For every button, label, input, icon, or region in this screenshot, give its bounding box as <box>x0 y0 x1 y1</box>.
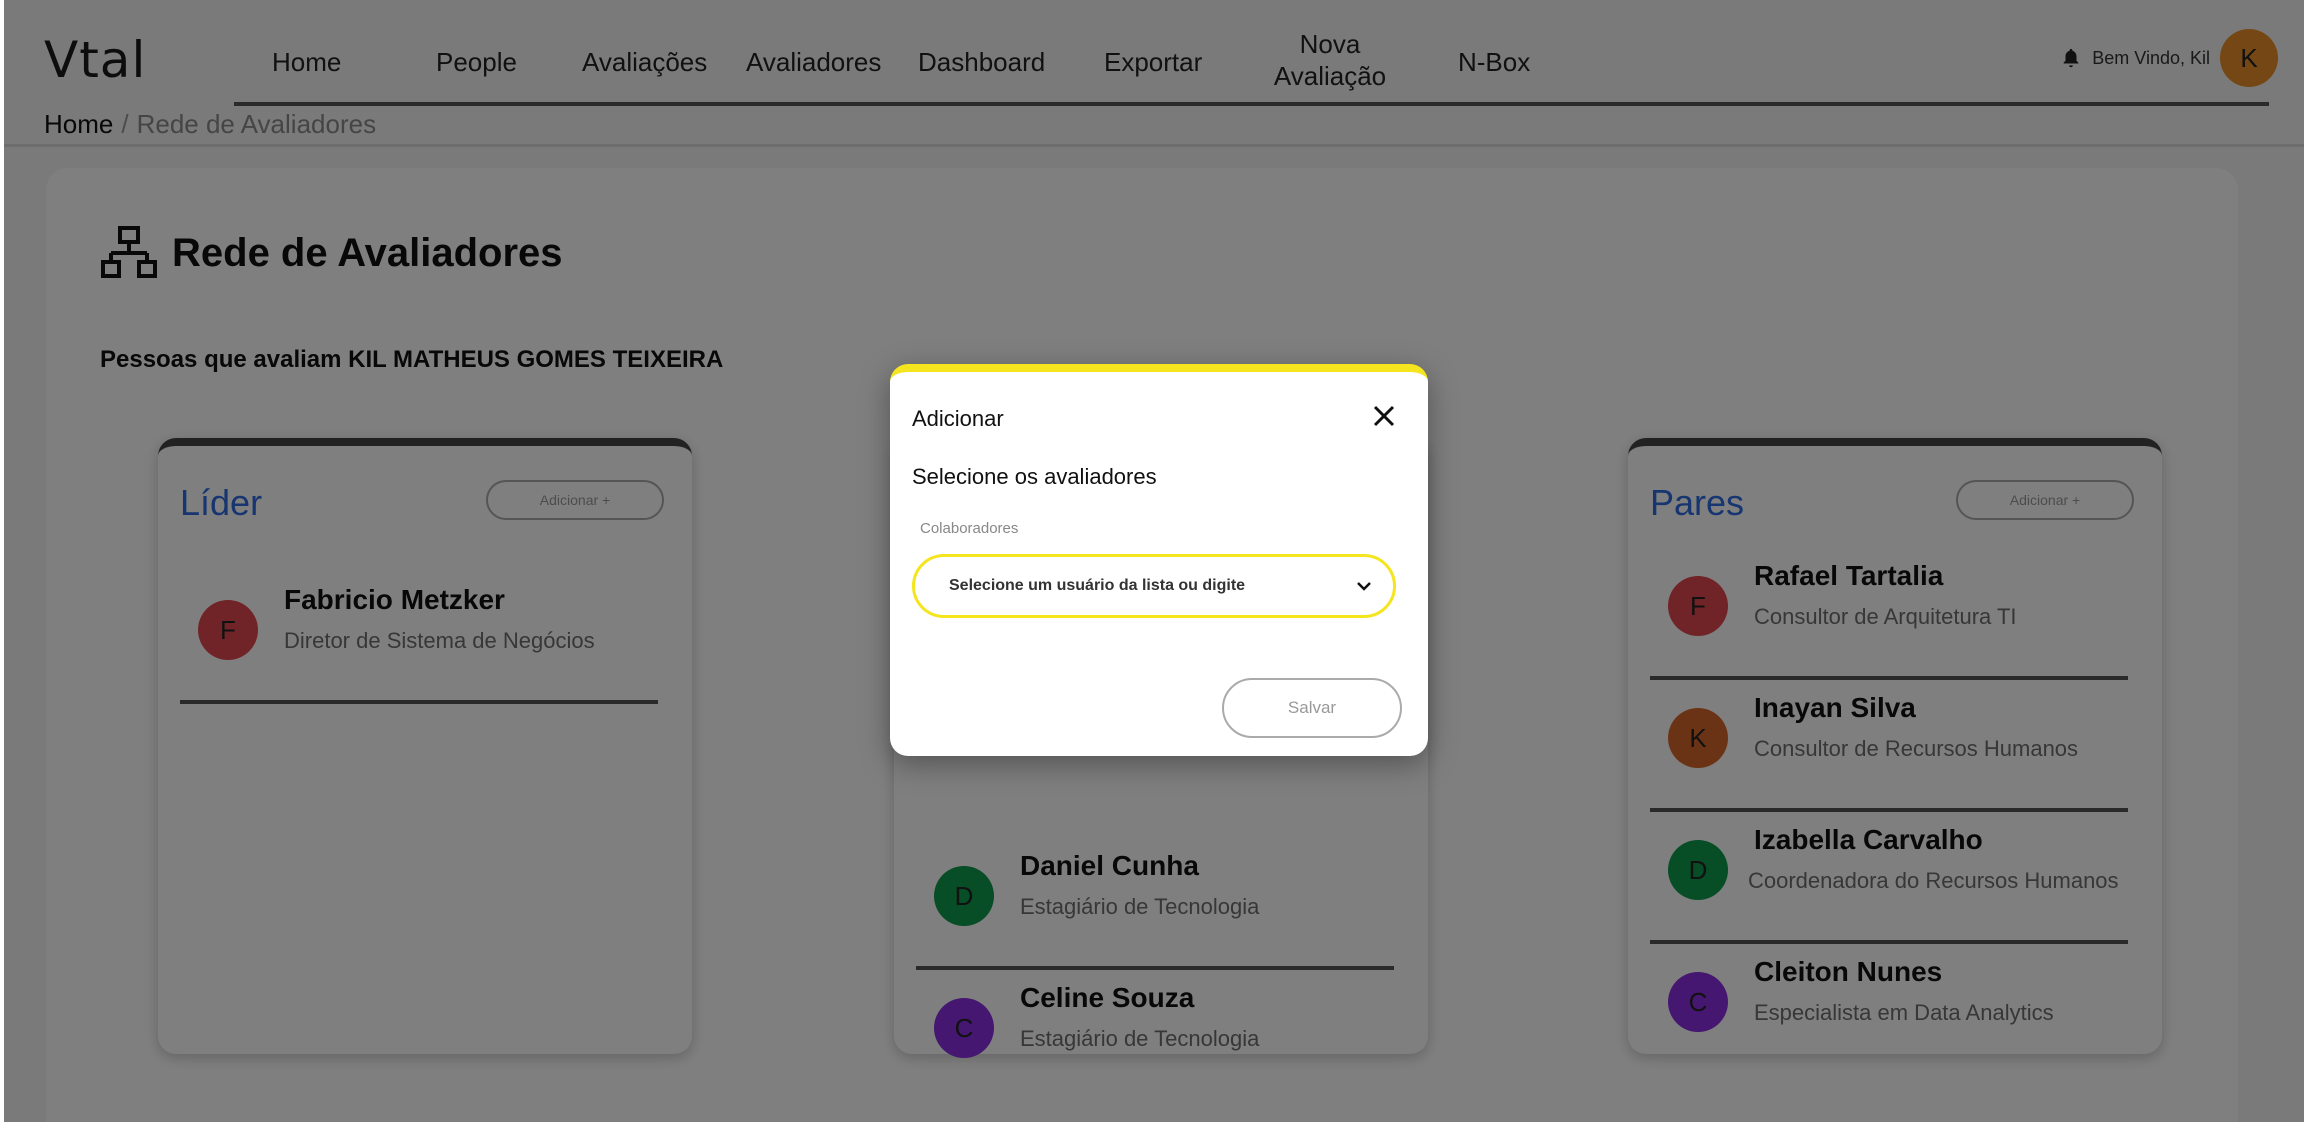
close-icon <box>1373 405 1395 427</box>
add-evaluators-modal: Adicionar Selecione os avaliadores Colab… <box>890 364 1428 756</box>
save-button[interactable]: Salvar <box>1222 678 1402 738</box>
field-label-colaboradores: Colaboradores <box>920 520 1019 537</box>
close-button[interactable] <box>1368 400 1400 432</box>
colaboradores-select[interactable]: Selecione um usuário da lista ou digite <box>912 554 1396 618</box>
app-frame: Vtal Home People Avaliações Avaliadores … <box>4 0 2304 1122</box>
select-placeholder: Selecione um usuário da lista ou digite <box>949 577 1246 594</box>
modal-title: Adicionar <box>912 406 1004 431</box>
chevron-down-icon <box>1357 582 1371 591</box>
modal-instruction: Selecione os avaliadores <box>912 464 1157 489</box>
